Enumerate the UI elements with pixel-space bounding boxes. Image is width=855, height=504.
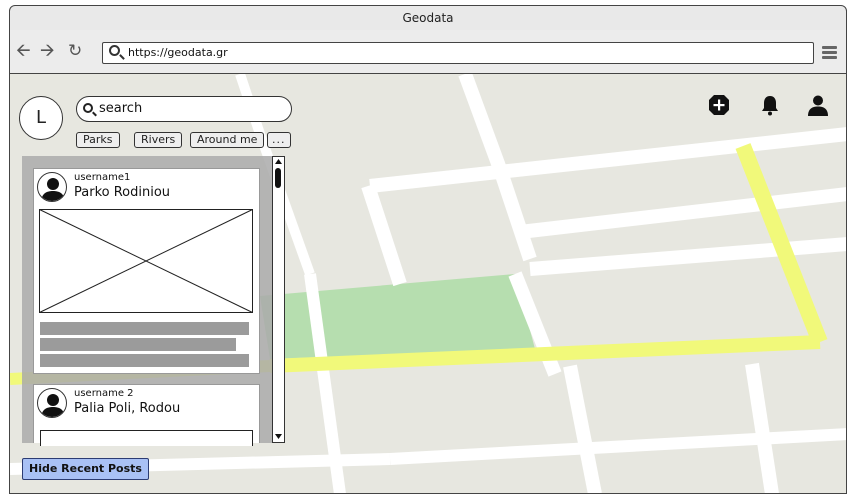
text-line-placeholder	[40, 354, 249, 367]
scrollbar[interactable]	[272, 156, 285, 443]
recent-posts-panel[interactable]: username1 Parko Rodiniou username 2 Pali…	[22, 156, 285, 446]
avatar	[37, 172, 67, 202]
filter-chip-more[interactable]: ...	[267, 132, 291, 148]
post-card[interactable]: username 2 Palia Poli, Rodou	[33, 384, 260, 446]
scrollbar-thumb[interactable]	[275, 168, 281, 188]
add-icon[interactable]	[708, 94, 730, 116]
search-icon	[109, 45, 120, 56]
filter-chip-parks[interactable]: Parks	[76, 132, 120, 148]
bell-icon[interactable]	[759, 94, 781, 116]
arrow-right-icon[interactable]: 🡪	[40, 42, 55, 60]
filter-chip-around-me[interactable]: Around me	[190, 132, 265, 148]
address-bar[interactable]: https://geodata.gr	[102, 42, 814, 64]
arrow-left-icon[interactable]: 🡨	[16, 42, 31, 60]
avatar	[37, 388, 67, 418]
filter-chip-rivers[interactable]: Rivers	[134, 132, 183, 148]
text-line-placeholder	[40, 338, 236, 351]
window-title: Geodata	[9, 5, 847, 31]
url-text: https://geodata.gr	[128, 46, 228, 59]
post-username[interactable]: username 2	[74, 388, 134, 399]
user-avatar-button[interactable]: L	[19, 96, 63, 140]
image-placeholder[interactable]	[39, 209, 253, 313]
text-line-placeholder	[40, 322, 249, 335]
post-card[interactable]: username1 Parko Rodiniou	[33, 168, 260, 374]
search-input-value: search	[99, 101, 143, 116]
browser-window: Geodata 🡨 🡪 ↻ https://geodata.gr L searc…	[0, 0, 855, 504]
post-place[interactable]: Parko Rodiniou	[74, 185, 170, 200]
reload-icon[interactable]: ↻	[68, 42, 82, 60]
user-icon	[41, 178, 65, 201]
scroll-up-icon[interactable]	[274, 158, 283, 165]
hide-recent-posts-button[interactable]: Hide Recent Posts	[22, 458, 149, 480]
post-username[interactable]: username1	[74, 172, 130, 183]
hamburger-menu-icon[interactable]	[822, 46, 837, 60]
browser-toolbar: 🡨 🡪 ↻ https://geodata.gr	[9, 30, 847, 74]
user-icon[interactable]	[807, 94, 829, 116]
post-place[interactable]: Palia Poli, Rodou	[74, 401, 180, 416]
scroll-down-icon[interactable]	[274, 433, 283, 440]
search-icon	[83, 103, 93, 113]
user-icon	[41, 394, 65, 417]
search-input[interactable]: search	[76, 96, 292, 122]
image-placeholder[interactable]	[40, 430, 253, 446]
map-viewport[interactable]: L search Parks Rivers Around me ... user…	[9, 74, 847, 494]
